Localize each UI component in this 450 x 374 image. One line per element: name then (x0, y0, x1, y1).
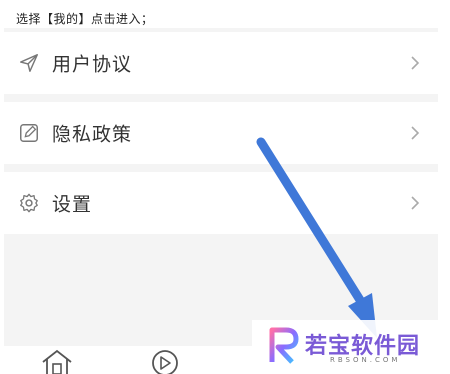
edit-icon (20, 124, 38, 142)
menu-item-settings[interactable]: 设置 (4, 172, 438, 234)
chevron-right-icon (411, 126, 420, 140)
menu-item-label: 设置 (52, 193, 93, 216)
watermark-logo-icon (269, 327, 299, 364)
menu-item-label: 用户协议 (52, 53, 133, 76)
menu-item-privacy-policy[interactable]: 隐私政策 (4, 102, 438, 164)
play-icon[interactable] (148, 348, 182, 374)
chevron-right-icon (411, 56, 420, 70)
watermark-subtext: RBSON.COM (330, 356, 401, 364)
menu-item-label: 隐私政策 (52, 123, 133, 146)
menu-item-user-agreement[interactable]: 用户协议 (4, 32, 438, 94)
chevron-right-icon (411, 196, 420, 210)
send-icon (20, 54, 38, 72)
gear-icon (20, 193, 38, 213)
home-icon[interactable] (40, 348, 74, 374)
instruction-text: 选择【我的】点击进入； (16, 12, 154, 26)
